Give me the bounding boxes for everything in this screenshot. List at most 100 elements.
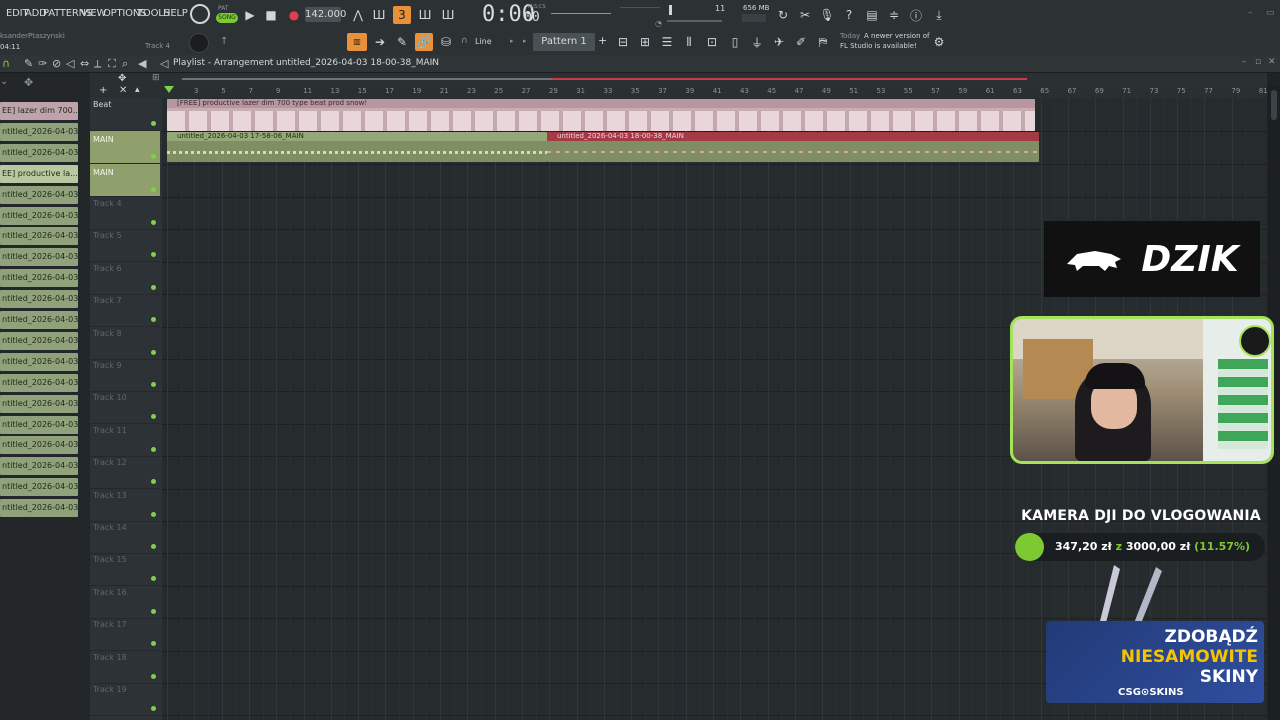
plugin-icon[interactable]: ⏚ (748, 33, 766, 51)
zoom-tool-icon[interactable]: ⌕ (122, 57, 128, 71)
track-header[interactable]: Track 10 (90, 391, 160, 425)
track-options-icon[interactable]: ⊞ (152, 73, 160, 83)
playback-tool-icon[interactable]: ◀ (138, 57, 146, 70)
move-track-icon[interactable]: ✥ (118, 73, 126, 84)
track-led-icon[interactable] (151, 154, 156, 159)
mixer-view-icon[interactable]: ⫴ (680, 33, 698, 51)
scroll-left-icon[interactable]: ⌄ (0, 76, 8, 87)
track-led-icon[interactable] (151, 220, 156, 225)
track-header[interactable]: Track 4 (90, 197, 160, 230)
slice-tool-icon[interactable]: ⟂ (94, 57, 101, 71)
playhead-marker[interactable] (164, 86, 174, 93)
track-led-icon[interactable] (151, 252, 156, 258)
playlist-breadcrumb[interactable]: untitled_2026-04-03 18-00-38_MAIN (276, 58, 439, 68)
channel-item[interactable]: ntitled_2026-04-03 17-... (0, 352, 78, 371)
channel-item[interactable]: ntitled_2026-04-03 17-... (0, 206, 78, 225)
channel-item[interactable]: ntitled_2026-04-03 18-... (0, 457, 78, 476)
channel-item[interactable]: ntitled_2026-04-03 17-... (0, 331, 78, 350)
track-header[interactable]: Track 5 (90, 229, 160, 263)
window-max-icon[interactable]: ▫ (1255, 57, 1261, 67)
track-header[interactable]: Beat (90, 98, 160, 131)
track-led-icon[interactable] (151, 479, 156, 485)
mute-tool-icon[interactable]: ◁ (66, 57, 74, 70)
move-icon[interactable]: ✥ (24, 76, 33, 89)
timeline-ruler[interactable]: 3 5 7 9 11 13 15 17 19 21 23 25 27 29 31 33 35 37 39 41 43 45… (162, 86, 1268, 98)
slip-tool-icon[interactable]: ⇔ (80, 57, 89, 70)
track-header[interactable]: Track 18 (90, 651, 160, 684)
track-up-icon[interactable]: ▴ (135, 85, 140, 95)
draw-icon[interactable]: ✎ (393, 33, 411, 51)
channel-rack-icon[interactable]: ⊞ (636, 33, 654, 51)
menu-arrow-icon[interactable]: ◁ (160, 57, 168, 70)
cut-icon[interactable]: ✂ (796, 6, 814, 24)
countdown-icon[interactable]: 3 (393, 6, 411, 24)
download-icon[interactable]: ⤓ (930, 6, 948, 24)
clip-main-1[interactable]: untitled_2026-04-03 17-58-06_MAIN (167, 132, 547, 162)
browser-icon[interactable]: ⊡ (703, 33, 721, 51)
snap-arrow-icon[interactable]: ▸ (510, 37, 514, 45)
stamp-icon[interactable]: ⛁ (437, 33, 455, 51)
pan-knob[interactable] (189, 33, 209, 53)
news-icon[interactable]: ⚙ (930, 33, 948, 51)
add-pattern-icon[interactable]: + (598, 34, 607, 47)
track-led-icon[interactable] (151, 576, 156, 582)
track-led-icon[interactable] (151, 673, 156, 679)
window-close-icon[interactable]: ✕ (1268, 57, 1276, 67)
piano-roll-icon[interactable]: ⊟ (614, 33, 632, 51)
track-header[interactable]: Track 8 (90, 327, 160, 360)
undo-icon[interactable]: ↻ (774, 6, 792, 24)
record-icon[interactable]: ● (285, 6, 303, 24)
track-header[interactable]: Track 11 (90, 424, 160, 457)
track-header[interactable]: Track 13 (90, 489, 160, 522)
track-header[interactable]: Track 12 (90, 456, 160, 490)
master-knob-icon[interactable] (190, 4, 210, 24)
loop-record-icon[interactable]: Ш (439, 6, 457, 24)
pattern-prev-icon[interactable]: ▸ (523, 37, 527, 45)
main-volume-slider[interactable] (620, 7, 660, 8)
add-track-icon[interactable]: + (99, 85, 107, 96)
news-line-1[interactable]: A newer version of (864, 32, 930, 40)
pattern-selector[interactable]: Pattern 1 (533, 33, 595, 51)
link-icon[interactable]: 🔗 (415, 33, 433, 51)
channel-item[interactable]: ntitled_2026-04-03 17-... (0, 311, 78, 329)
clip-beat[interactable]: [FREE] productive lazer dim 700 type bea… (167, 99, 1035, 131)
step-seq-icon[interactable]: ☰ (658, 33, 676, 51)
wait-input-icon[interactable]: Ш (370, 6, 388, 24)
track-led-icon[interactable] (151, 414, 156, 420)
song-position-slider[interactable] (551, 13, 611, 14)
file-icon[interactable]: ▯ (726, 33, 744, 51)
pitch-icon[interactable]: ◔ (655, 19, 662, 28)
menu-help[interactable]: HELP (163, 8, 188, 19)
mixer-icon[interactable]: ≑ (885, 6, 903, 24)
channel-item[interactable]: ntitled_2026-04-03 17-... (0, 185, 78, 204)
blend-notes-icon[interactable]: Ш (416, 6, 434, 24)
track-header[interactable]: Track 19 (90, 683, 160, 716)
pitch-bend-icon[interactable]: ↑ (220, 36, 228, 47)
track-header[interactable]: Track 9 (90, 359, 160, 392)
save-icon[interactable]: ▤ (863, 6, 881, 24)
snap-select[interactable]: Line (475, 37, 492, 46)
pencil-tool-icon[interactable]: ✎ (24, 57, 33, 70)
channel-item[interactable]: ntitled_2026-04-03 17-... (0, 248, 78, 267)
channel-item[interactable]: ntitled_2026-04-03 18-... (0, 499, 78, 518)
channel-item[interactable]: ntitled_2026-04-03 17-... (0, 415, 78, 434)
track-led-icon[interactable] (151, 187, 156, 192)
delete-tool-icon[interactable]: ⊘ (52, 57, 61, 70)
track-header[interactable]: MAIN (90, 164, 160, 197)
remove-track-icon[interactable]: ✕ (119, 85, 127, 96)
channel-item[interactable]: ntitled_2026-04-03 17-... (0, 269, 78, 288)
channel-item[interactable]: ntitled_2026-04-03 17-... (0, 143, 78, 162)
track-led-icon[interactable] (151, 446, 156, 452)
track-led-icon[interactable] (151, 608, 156, 614)
news-line-2[interactable]: FL Studio is available! (840, 42, 917, 50)
track-led-icon[interactable] (151, 317, 156, 323)
track-header[interactable]: Track 7 (90, 294, 160, 328)
cart-icon[interactable]: ⛿ (814, 33, 832, 51)
playlist-view-icon[interactable]: ▥ (347, 33, 367, 51)
channel-item[interactable]: ntitled_2026-04-03 18-... (0, 436, 78, 455)
channel-icon[interactable]: ∩ (2, 57, 10, 70)
channel-item[interactable]: ntitled_2026-04-03 17-... (0, 373, 78, 392)
track-header[interactable]: Track 15 (90, 553, 160, 587)
timeline-overview[interactable] (162, 73, 1267, 86)
clip-main-2[interactable]: untitled_2026-04-03 18-00-38_MAIN (547, 132, 1039, 162)
